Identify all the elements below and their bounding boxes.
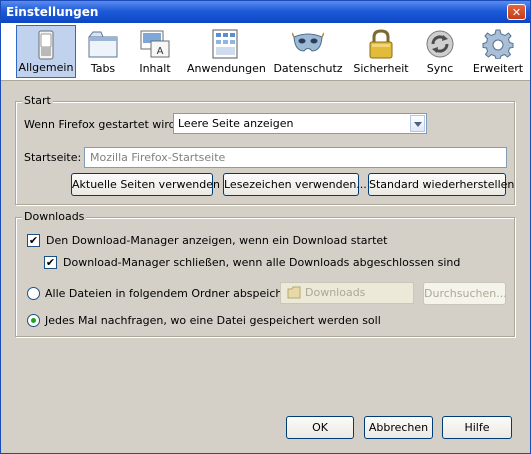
close-manager-label: Download-Manager schließen, wenn alle Do… bbox=[63, 256, 461, 269]
switch-icon bbox=[38, 30, 54, 60]
browse-button[interactable]: Durchsuchen... bbox=[423, 282, 507, 305]
gear-icon bbox=[482, 29, 514, 59]
checkmark-icon: ✔ bbox=[45, 256, 56, 269]
close-manager-checkbox[interactable]: ✔ bbox=[44, 256, 57, 269]
startup-select-value: Leere Seite anzeigen bbox=[178, 117, 294, 130]
show-manager-label: Den Download-Manager anzeigen, wenn ein … bbox=[46, 234, 388, 247]
start-legend: Start bbox=[22, 94, 53, 107]
pane-label-content: Inhalt bbox=[139, 62, 171, 75]
startup-label: Wenn Firefox gestartet wird: bbox=[24, 118, 180, 131]
pane-button-content[interactable]: A Inhalt bbox=[132, 25, 178, 78]
pane-label-advanced: Erweitert bbox=[472, 62, 524, 75]
use-current-pages-button[interactable]: Aktuelle Seiten verwenden bbox=[71, 173, 220, 196]
use-bookmark-button[interactable]: Lesezeichen verwenden... bbox=[223, 173, 367, 196]
homepage-label: Startseite: bbox=[24, 151, 82, 164]
show-manager-checkbox[interactable]: ✔ bbox=[27, 234, 40, 247]
pane-label-security: Sicherheit bbox=[353, 62, 409, 75]
pane-toolbar: Allgemein Tabs A Inhalt Anwendungen Date… bbox=[1, 23, 530, 81]
chevron-down-icon[interactable] bbox=[410, 115, 425, 132]
content-icon: A bbox=[140, 30, 170, 58]
always-ask-label: Jedes Mal nachfragen, wo eine Datei gesp… bbox=[45, 314, 381, 327]
download-folder-value: Downloads bbox=[305, 286, 366, 299]
cancel-button[interactable]: Abbrechen bbox=[364, 416, 433, 439]
padlock-icon bbox=[369, 29, 393, 59]
sync-icon bbox=[426, 30, 454, 58]
save-to-folder-label: Alle Dateien in folgendem Ordner abspeic… bbox=[45, 287, 305, 300]
close-icon: ✕ bbox=[511, 6, 522, 19]
pane-label-privacy: Datenschutz bbox=[273, 62, 343, 75]
pane-button-advanced[interactable]: Erweitert bbox=[470, 25, 526, 78]
help-button[interactable]: Hilfe bbox=[442, 416, 512, 439]
pane-button-sync[interactable]: Sync bbox=[419, 25, 461, 78]
startup-select[interactable]: Leere Seite anzeigen bbox=[173, 113, 427, 134]
pane-button-security[interactable]: Sicherheit bbox=[352, 25, 410, 78]
homepage-input[interactable]: Mozilla Firefox-Startseite bbox=[84, 147, 507, 168]
download-folder-field[interactable]: Downloads bbox=[280, 282, 414, 304]
tabs-icon bbox=[87, 31, 118, 58]
preferences-window: Einstellungen ✕ Allgemein Tabs A Inhalt … bbox=[0, 0, 531, 454]
folder-icon bbox=[287, 286, 301, 299]
svg-text:A: A bbox=[157, 46, 164, 57]
pane-label-applications: Anwendungen bbox=[187, 62, 266, 75]
pane-button-privacy[interactable]: Datenschutz bbox=[273, 25, 343, 78]
always-ask-radio[interactable] bbox=[27, 314, 40, 327]
restore-default-button[interactable]: Standard wiederherstellen bbox=[368, 173, 514, 196]
downloads-legend: Downloads bbox=[22, 210, 87, 223]
checkmark-icon: ✔ bbox=[28, 234, 39, 247]
pane-label-sync: Sync bbox=[426, 62, 454, 75]
ok-button[interactable]: OK bbox=[286, 416, 354, 439]
applications-icon bbox=[212, 29, 238, 59]
title-bar: Einstellungen ✕ bbox=[1, 1, 530, 23]
pane-label-general: Allgemein bbox=[18, 61, 74, 74]
pane-label-tabs: Tabs bbox=[90, 62, 116, 75]
pane-button-applications[interactable]: Anwendungen bbox=[187, 25, 266, 78]
window-title: Einstellungen bbox=[6, 5, 99, 19]
close-button[interactable]: ✕ bbox=[507, 4, 526, 20]
save-to-folder-radio[interactable] bbox=[27, 287, 40, 300]
homepage-placeholder: Mozilla Firefox-Startseite bbox=[90, 151, 226, 164]
pane-button-tabs[interactable]: Tabs bbox=[80, 25, 126, 78]
privacy-mask-icon bbox=[292, 32, 324, 52]
pane-button-general[interactable]: Allgemein bbox=[16, 25, 76, 78]
